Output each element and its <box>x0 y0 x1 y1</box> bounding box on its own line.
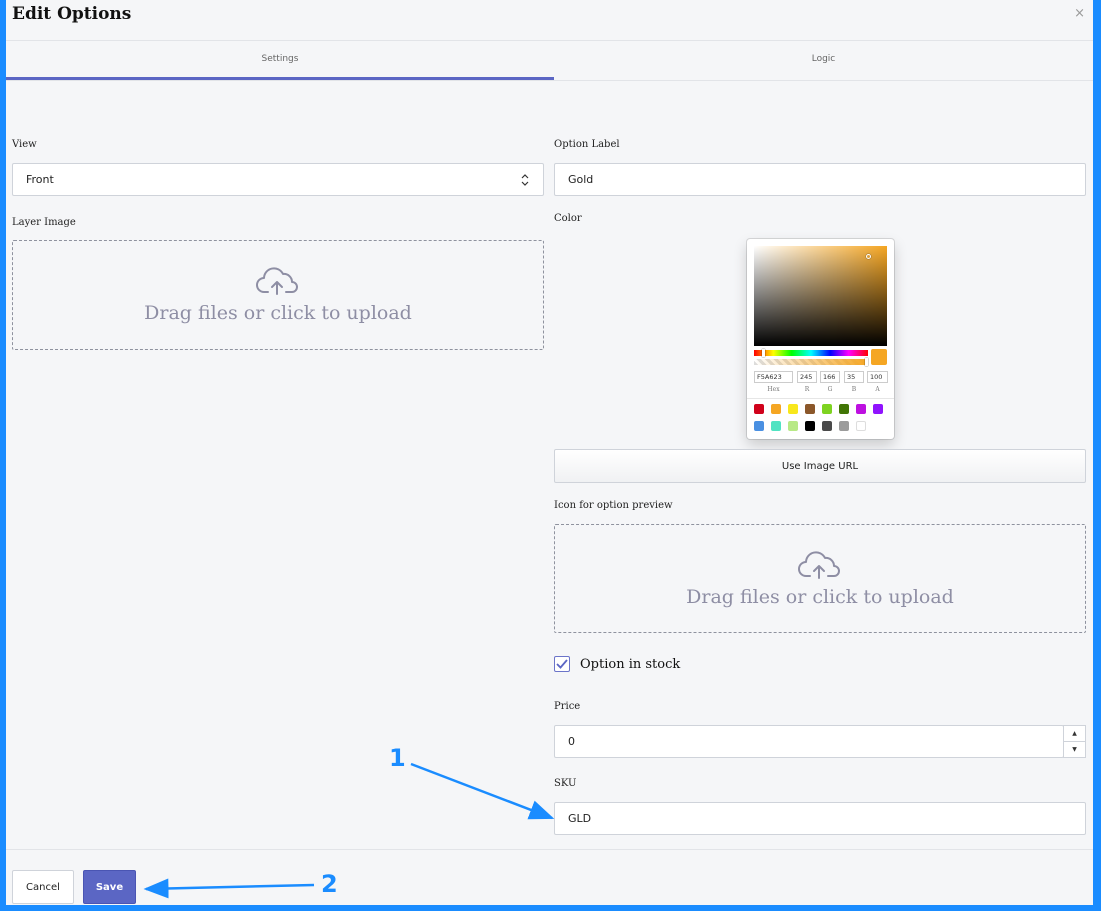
select-arrows-icon <box>521 174 529 186</box>
use-image-url-button[interactable]: Use Image URL <box>554 449 1086 483</box>
preset-color-swatch[interactable] <box>873 404 883 414</box>
view-label: View <box>12 139 37 150</box>
decrement-icon[interactable]: ▼ <box>1064 742 1085 758</box>
sku-input[interactable]: GLD <box>554 802 1086 835</box>
cloud-upload-icon <box>256 267 298 295</box>
preset-color-swatch[interactable] <box>754 404 764 414</box>
in-stock-checkbox[interactable] <box>554 656 570 672</box>
footer-divider <box>6 849 1093 850</box>
preset-color-swatch[interactable] <box>856 404 866 414</box>
save-button[interactable]: Save <box>83 870 136 904</box>
a-input[interactable]: 100 <box>867 371 888 383</box>
annotation-number-2: 2 <box>321 870 338 898</box>
preset-color-swatch[interactable] <box>822 421 832 431</box>
preset-color-swatch[interactable] <box>839 404 849 414</box>
view-select-value: Front <box>26 173 54 186</box>
annotation-number-1: 1 <box>389 744 406 772</box>
icon-preview-dropzone[interactable]: Drag files or click to upload <box>554 524 1086 633</box>
preset-color-swatch[interactable] <box>771 404 781 414</box>
preset-color-swatch[interactable] <box>788 404 798 414</box>
preset-color-swatch[interactable] <box>805 421 815 431</box>
price-value: 0 <box>568 735 575 748</box>
tab-logic[interactable]: Logic <box>554 41 1093 80</box>
hex-input[interactable]: F5A623 <box>754 371 793 383</box>
alpha-slider[interactable] <box>754 358 868 366</box>
alpha-thumb[interactable] <box>865 358 868 366</box>
preset-color-swatch[interactable] <box>839 421 849 431</box>
layer-image-label: Layer Image <box>12 217 76 228</box>
preset-color-swatch[interactable] <box>788 421 798 431</box>
saturation-pointer[interactable] <box>866 254 871 259</box>
hue-thumb[interactable] <box>762 349 765 357</box>
picker-divider <box>747 398 894 399</box>
color-fields: F5A623 245 166 35 100 Hex R G B A <box>754 371 888 395</box>
preset-color-swatch[interactable] <box>822 404 832 414</box>
r-input[interactable]: 245 <box>797 371 817 383</box>
option-label-input[interactable]: Gold <box>554 163 1086 196</box>
saturation-area[interactable] <box>754 246 887 346</box>
b-label: B <box>851 386 857 393</box>
edit-options-dialog: Edit Options × Settings Logic View Front… <box>6 0 1093 905</box>
price-label: Price <box>554 701 581 712</box>
preset-color-swatch[interactable] <box>754 421 764 431</box>
r-label: R <box>804 386 810 393</box>
cloud-upload-icon <box>798 550 840 579</box>
sku-value: GLD <box>568 812 592 825</box>
upload-text: Drag files or click to upload <box>686 585 954 608</box>
a-label: A <box>875 386 880 393</box>
checkmark-icon <box>556 659 568 669</box>
color-label: Color <box>554 213 582 224</box>
in-stock-label: Option in stock <box>580 657 681 672</box>
preset-color-swatch[interactable] <box>856 421 866 431</box>
g-input[interactable]: 166 <box>820 371 840 383</box>
cancel-button[interactable]: Cancel <box>12 870 74 904</box>
price-input[interactable]: 0 <box>554 725 1064 758</box>
increment-icon[interactable]: ▲ <box>1064 726 1085 742</box>
hue-slider[interactable] <box>754 349 868 357</box>
tab-bar: Settings Logic <box>6 41 1093 81</box>
view-select[interactable]: Front <box>12 163 544 196</box>
current-color-swatch <box>871 349 887 365</box>
b-input[interactable]: 35 <box>844 371 864 383</box>
preset-color-swatch[interactable] <box>805 404 815 414</box>
close-icon[interactable]: × <box>1074 6 1085 21</box>
option-label-value: Gold <box>568 173 594 186</box>
preset-color-swatch[interactable] <box>771 421 781 431</box>
sku-label: SKU <box>554 778 577 789</box>
icon-preview-label: Icon for option preview <box>554 500 673 511</box>
layer-image-dropzone[interactable]: Drag files or click to upload <box>12 240 544 350</box>
price-stepper: ▲ ▼ <box>1063 725 1086 758</box>
g-label: G <box>827 386 833 393</box>
upload-text: Drag files or click to upload <box>144 302 412 324</box>
color-picker: F5A623 245 166 35 100 Hex R G B A <box>747 239 894 439</box>
dialog-title: Edit Options <box>12 4 132 24</box>
hex-label: Hex <box>767 386 780 393</box>
tab-settings[interactable]: Settings <box>6 41 554 80</box>
option-label-label: Option Label <box>554 139 620 150</box>
